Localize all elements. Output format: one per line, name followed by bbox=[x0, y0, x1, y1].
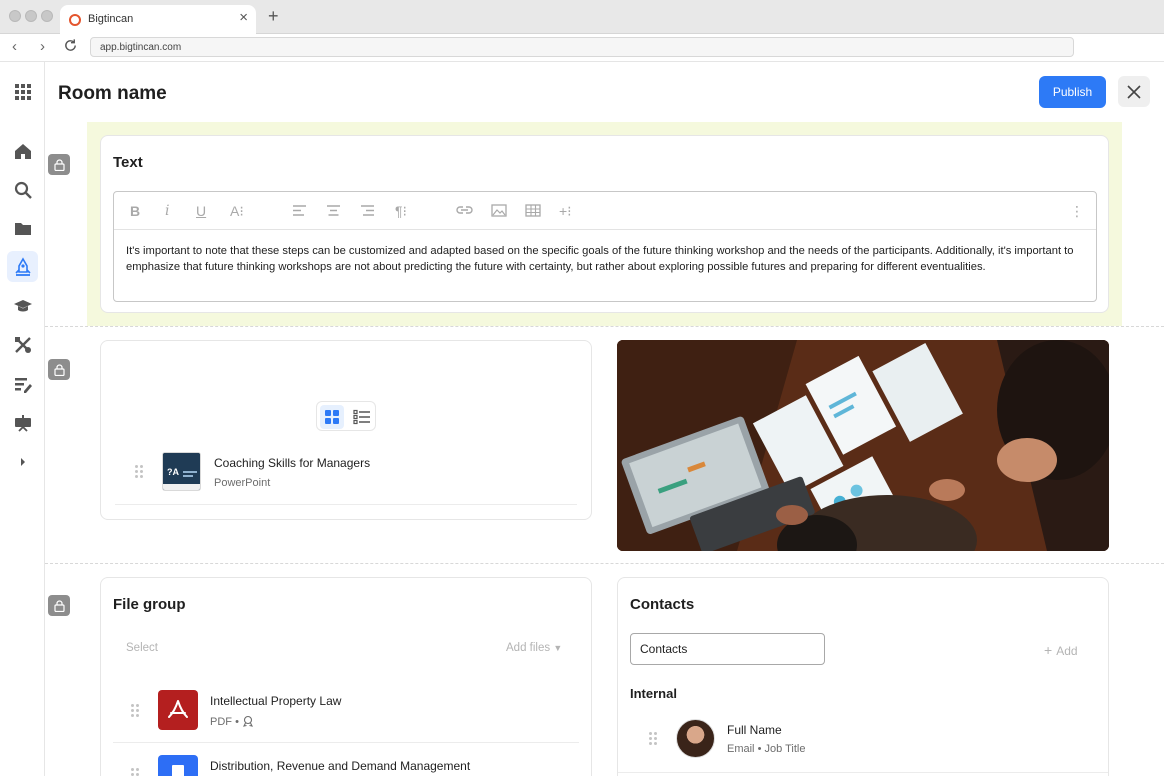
text-block-title: Text bbox=[113, 154, 143, 171]
rooms-icon[interactable] bbox=[7, 251, 38, 282]
file-type: PowerPoint bbox=[214, 477, 271, 489]
add-files-label: Add files bbox=[506, 642, 551, 654]
add-files-dropdown[interactable]: Add files ▼ bbox=[506, 642, 562, 654]
files-block-card[interactable]: ?A Coaching Skills for Managers PowerPoi… bbox=[100, 340, 592, 520]
address-bar[interactable]: app.bigtincan.com bbox=[90, 37, 1074, 57]
lock-icon[interactable] bbox=[48, 595, 70, 616]
drag-handle-icon[interactable] bbox=[131, 768, 139, 776]
window-zoom-dot[interactable] bbox=[41, 10, 53, 22]
apps-grid-icon[interactable] bbox=[7, 76, 38, 107]
certified-badge-icon bbox=[242, 715, 253, 727]
favicon-icon bbox=[69, 14, 81, 26]
room-header: Room name Publish bbox=[45, 62, 1164, 122]
home-icon[interactable] bbox=[7, 135, 38, 166]
insert-more-icon[interactable]: +⁝ bbox=[559, 203, 572, 219]
list-view-icon[interactable] bbox=[350, 405, 374, 429]
pdf-file-icon[interactable] bbox=[158, 690, 198, 730]
expand-rail-icon[interactable] bbox=[7, 446, 38, 477]
align-right-icon[interactable] bbox=[360, 204, 375, 217]
underline-icon[interactable]: U bbox=[196, 203, 206, 219]
browser-tab[interactable]: Bigtincan × bbox=[60, 5, 256, 34]
window-close-dot[interactable] bbox=[9, 10, 21, 22]
learning-cap-icon[interactable] bbox=[7, 290, 38, 321]
section-divider bbox=[45, 563, 1164, 564]
add-contact-button[interactable]: + Add bbox=[1044, 642, 1078, 658]
new-tab-icon[interactable]: + bbox=[268, 6, 279, 27]
room-canvas: Text B i U A⁝ ¶⁝ +⁝ ⋮ It's important to … bbox=[45, 122, 1164, 776]
italic-icon[interactable]: i bbox=[165, 203, 169, 219]
section-divider bbox=[45, 326, 1164, 327]
tools-icon[interactable] bbox=[7, 329, 38, 360]
contacts-title: Contacts bbox=[630, 596, 695, 613]
tab-title: Bigtincan bbox=[88, 13, 134, 25]
divider bbox=[618, 772, 1108, 773]
file-group-card[interactable]: File group Select Add files ▼ Intellectu… bbox=[100, 577, 592, 776]
publish-button[interactable]: Publish bbox=[1039, 76, 1106, 108]
file-title[interactable]: Intellectual Property Law bbox=[210, 694, 341, 708]
file-meta: PDF • bbox=[210, 715, 254, 728]
drag-handle-icon[interactable] bbox=[135, 465, 143, 479]
drag-handle-icon[interactable] bbox=[649, 732, 657, 746]
image-icon[interactable] bbox=[491, 204, 507, 217]
view-toggle bbox=[316, 401, 376, 431]
editor-toolbar: B i U A⁝ ¶⁝ +⁝ ⋮ bbox=[114, 192, 1096, 230]
contacts-card[interactable]: Contacts Contacts + Add Internal Full Nam… bbox=[617, 577, 1109, 776]
editor-content[interactable]: It's important to note that these steps … bbox=[126, 243, 1086, 275]
more-options-icon[interactable]: ⋮ bbox=[1070, 203, 1084, 219]
text-size-icon[interactable]: A⁝ bbox=[230, 203, 244, 219]
contact-job-title: Job Title bbox=[764, 743, 806, 755]
close-icon bbox=[1127, 84, 1141, 99]
window-minimize-dot[interactable] bbox=[25, 10, 37, 22]
powerpoint-thumbnail[interactable]: ?A bbox=[162, 452, 201, 491]
caret-down-icon: ▼ bbox=[553, 643, 563, 653]
document-file-icon[interactable] bbox=[158, 755, 198, 776]
paragraph-icon[interactable]: ¶⁝ bbox=[395, 203, 407, 219]
lock-icon[interactable] bbox=[48, 359, 70, 380]
svg-text:?A: ?A bbox=[167, 467, 179, 477]
page-title: Room name bbox=[58, 83, 167, 104]
select-link[interactable]: Select bbox=[126, 642, 158, 654]
search-icon[interactable] bbox=[7, 174, 38, 205]
align-left-icon[interactable] bbox=[292, 204, 307, 217]
lock-icon[interactable] bbox=[48, 154, 70, 175]
file-group-title: File group bbox=[113, 596, 186, 613]
table-icon[interactable] bbox=[525, 204, 541, 217]
contact-name[interactable]: Full Name bbox=[727, 723, 782, 737]
divider bbox=[115, 504, 577, 505]
left-nav-rail bbox=[0, 62, 45, 776]
edit-content-icon[interactable] bbox=[7, 368, 38, 399]
drag-handle-icon[interactable] bbox=[131, 704, 139, 718]
browser-nav-bar: ‹ › app.bigtincan.com bbox=[0, 34, 1164, 62]
close-tab-icon[interactable]: × bbox=[239, 9, 248, 26]
reload-icon[interactable] bbox=[63, 38, 78, 57]
presentation-icon[interactable] bbox=[7, 407, 38, 438]
bold-icon[interactable]: B bbox=[130, 203, 140, 219]
file-type: PDF bbox=[210, 716, 232, 728]
back-icon[interactable]: ‹ bbox=[12, 38, 17, 55]
link-icon[interactable] bbox=[456, 205, 473, 215]
text-block-card[interactable]: Text B i U A⁝ ¶⁝ +⁝ ⋮ It's important to … bbox=[100, 135, 1109, 313]
browser-tab-bar: Bigtincan × + bbox=[0, 0, 1164, 34]
divider bbox=[113, 742, 579, 743]
plus-icon: + bbox=[1044, 642, 1053, 658]
close-button[interactable] bbox=[1118, 76, 1150, 107]
forward-icon[interactable]: › bbox=[40, 38, 45, 55]
rich-text-editor[interactable]: B i U A⁝ ¶⁝ +⁝ ⋮ It's important to note … bbox=[113, 191, 1097, 302]
contact-email: Email bbox=[727, 743, 755, 755]
internal-section-label: Internal bbox=[630, 686, 677, 701]
contacts-name-input[interactable]: Contacts bbox=[630, 633, 825, 665]
file-title[interactable]: Coaching Skills for Managers bbox=[214, 456, 370, 470]
folder-icon[interactable] bbox=[7, 213, 38, 244]
grid-view-icon[interactable] bbox=[320, 405, 344, 429]
contact-meta: Email • Job Title bbox=[727, 743, 806, 755]
align-center-icon[interactable] bbox=[326, 204, 341, 217]
workshop-photo[interactable] bbox=[617, 340, 1109, 551]
avatar[interactable] bbox=[676, 719, 715, 758]
file-title[interactable]: Distribution, Revenue and Demand Managem… bbox=[210, 759, 470, 773]
add-contact-label: Add bbox=[1056, 644, 1078, 658]
